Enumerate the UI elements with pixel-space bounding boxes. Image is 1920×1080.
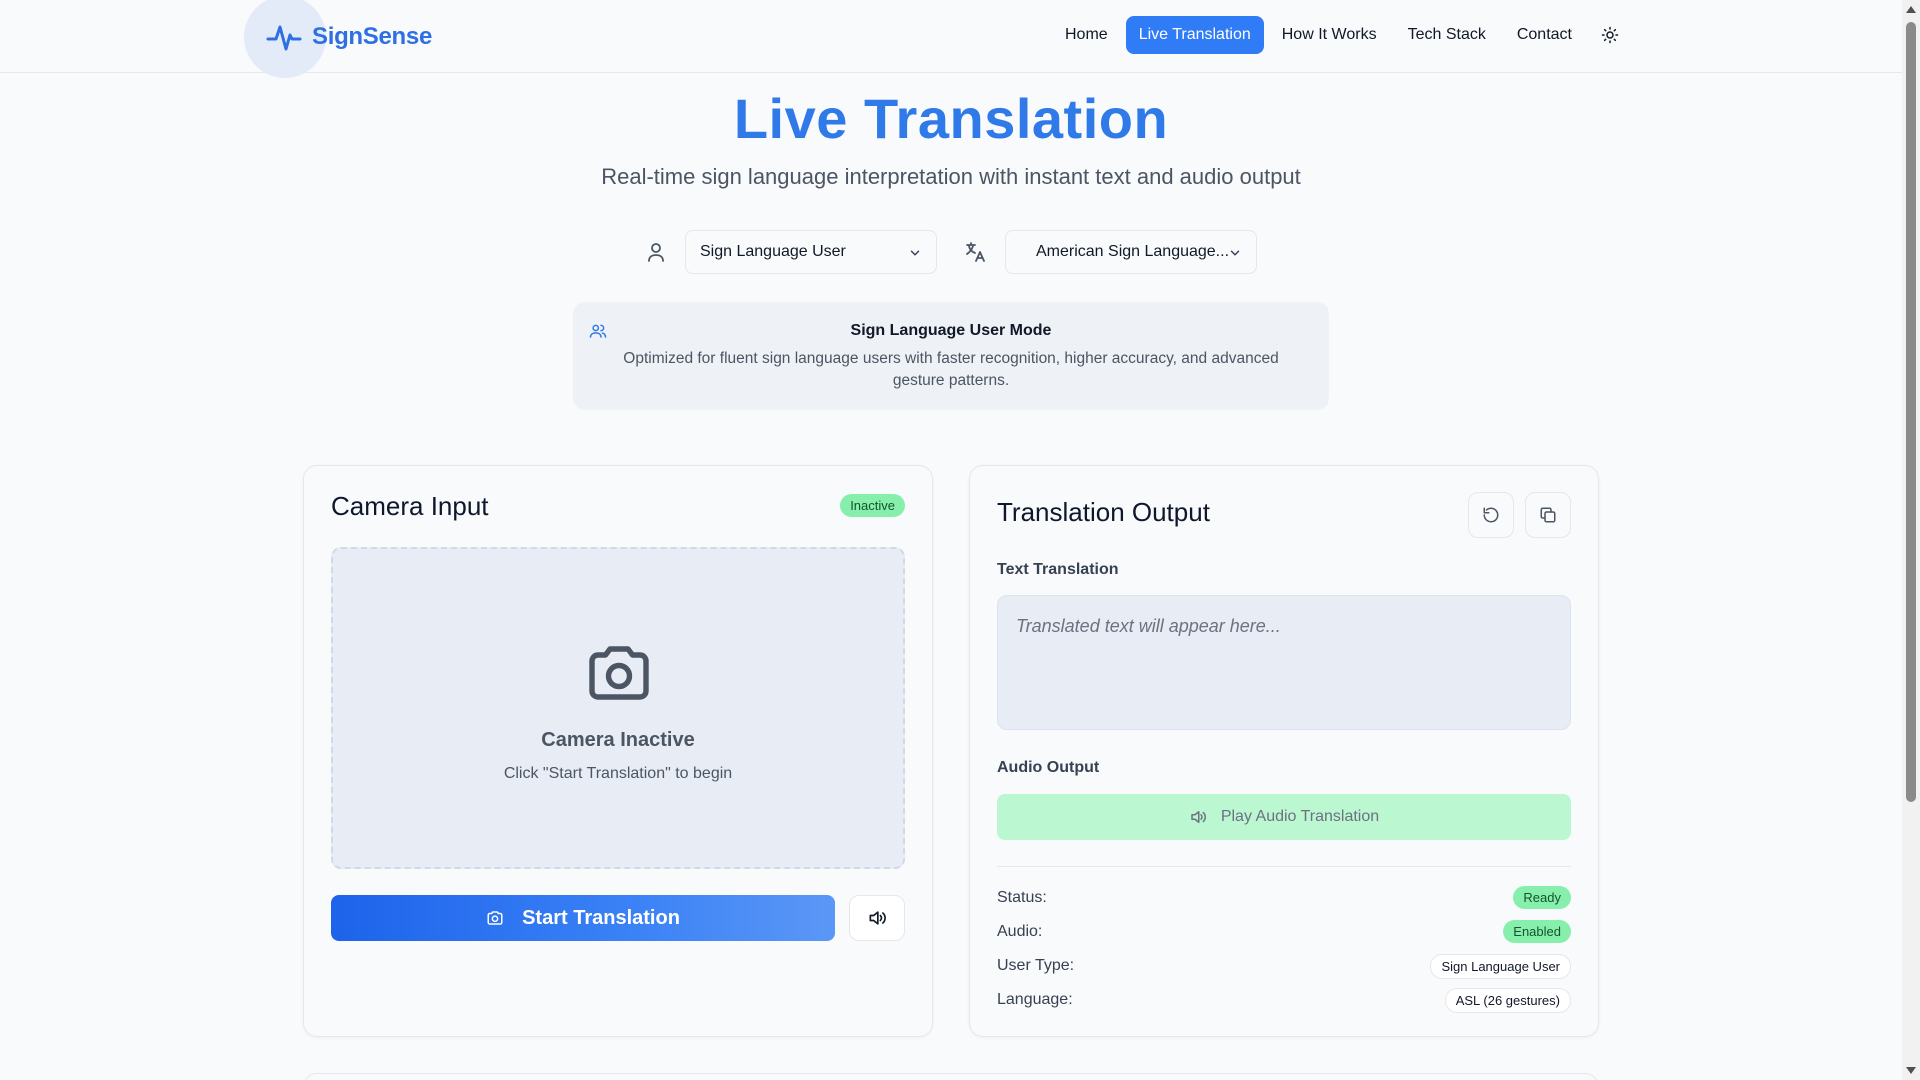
audio-output-label: Audio Output bbox=[997, 759, 1100, 776]
output-card-title: Translation Output bbox=[997, 497, 1210, 527]
rotate-ccw-icon bbox=[1483, 507, 1499, 523]
camera-preview: Camera Inactive Click "Start Translation… bbox=[331, 547, 905, 869]
nav-live-translation[interactable]: Live Translation bbox=[1125, 16, 1264, 54]
camera-input-card: Camera Input Inactive Camera Inactive Cl… bbox=[303, 465, 933, 1037]
mode-info-box: Sign Language User Mode Optimized for fl… bbox=[573, 302, 1329, 410]
copy-button[interactable] bbox=[1525, 492, 1571, 538]
camera-status-badge: Inactive bbox=[840, 494, 905, 517]
camera-card-title: Camera Input bbox=[331, 491, 489, 521]
language-row: Language: ASL (26 gestures) bbox=[997, 986, 1571, 1014]
text-translation-label: Text Translation bbox=[997, 561, 1119, 578]
scroll-thumb[interactable] bbox=[1906, 22, 1916, 802]
play-audio-label: Play Audio Translation bbox=[1220, 808, 1380, 825]
page-subtitle: Real-time sign language interpretation w… bbox=[601, 164, 1301, 189]
user-type-label: User Type: bbox=[997, 957, 1075, 974]
mode-description: Optimized for fluent sign language users… bbox=[623, 350, 1279, 389]
nav-tech-stack[interactable]: Tech Stack bbox=[1395, 16, 1499, 54]
translation-output-card: Translation Output Text Translation Tran… bbox=[969, 465, 1599, 1037]
language-badge: ASL (26 gestures) bbox=[1444, 988, 1571, 1013]
status-row: Status: Ready bbox=[997, 884, 1571, 912]
user-type-badge: Sign Language User bbox=[1430, 954, 1571, 979]
start-translation-button[interactable]: Start Translation bbox=[331, 895, 835, 941]
user-type-value: Sign Language User bbox=[700, 243, 846, 260]
user-type-select[interactable]: Sign Language User bbox=[685, 230, 937, 274]
nav-home[interactable]: Home bbox=[1052, 16, 1121, 54]
camera-inactive-label: Camera Inactive bbox=[541, 729, 695, 751]
pulse-icon bbox=[266, 25, 302, 50]
language-label: Language: bbox=[997, 991, 1073, 1008]
status-label: Status: bbox=[997, 889, 1047, 906]
audio-toggle-button[interactable] bbox=[849, 895, 905, 941]
nav-how-it-works[interactable]: How It Works bbox=[1269, 16, 1390, 54]
chevron-down-icon bbox=[1230, 250, 1240, 256]
play-audio-button[interactable]: Play Audio Translation bbox=[997, 794, 1571, 840]
camera-hint: Click "Start Translation" to begin bbox=[503, 765, 733, 782]
copy-icon bbox=[1540, 507, 1556, 523]
translation-text-output[interactable]: Translated text will appear here... bbox=[997, 595, 1571, 730]
brand-name: SignSense bbox=[312, 22, 433, 50]
scroll-down-arrow[interactable] bbox=[1906, 1067, 1916, 1074]
logo[interactable]: SignSense bbox=[244, 0, 433, 78]
chevron-down-icon bbox=[910, 250, 920, 256]
page-title: Live Translation bbox=[733, 87, 1169, 150]
site-header: SignSense Home Live Translation How It W… bbox=[0, 0, 1902, 78]
speaker-icon bbox=[869, 911, 886, 925]
audio-label: Audio: bbox=[997, 923, 1043, 940]
user-type-row: User Type: Sign Language User bbox=[997, 952, 1571, 980]
divider bbox=[997, 866, 1571, 867]
sun-icon bbox=[1601, 26, 1619, 44]
audio-badge: Enabled bbox=[1503, 920, 1571, 943]
nav-contact[interactable]: Contact bbox=[1504, 16, 1585, 54]
translate-icon bbox=[966, 242, 985, 262]
camera-icon bbox=[589, 646, 649, 700]
main-nav: Home Live Translation How It Works Tech … bbox=[1052, 16, 1622, 54]
page-scrollbar[interactable] bbox=[1902, 0, 1920, 1080]
next-section-card bbox=[303, 1073, 1599, 1080]
language-select[interactable]: American Sign Language... bbox=[1005, 230, 1257, 274]
camera-icon bbox=[487, 911, 503, 925]
theme-toggle-button[interactable] bbox=[1598, 23, 1622, 47]
reset-button[interactable] bbox=[1468, 492, 1514, 538]
user-icon bbox=[648, 243, 664, 262]
language-value: American Sign Language... bbox=[1036, 243, 1230, 260]
start-translation-label: Start Translation bbox=[522, 906, 680, 929]
status-badge: Ready bbox=[1513, 886, 1571, 909]
mode-title: Sign Language User Mode bbox=[850, 322, 1052, 339]
scroll-up-arrow[interactable] bbox=[1906, 6, 1916, 13]
audio-row: Audio: Enabled bbox=[997, 918, 1571, 946]
speaker-icon bbox=[1191, 811, 1206, 823]
selector-bar: Sign Language User American Sign Languag… bbox=[0, 230, 1902, 274]
